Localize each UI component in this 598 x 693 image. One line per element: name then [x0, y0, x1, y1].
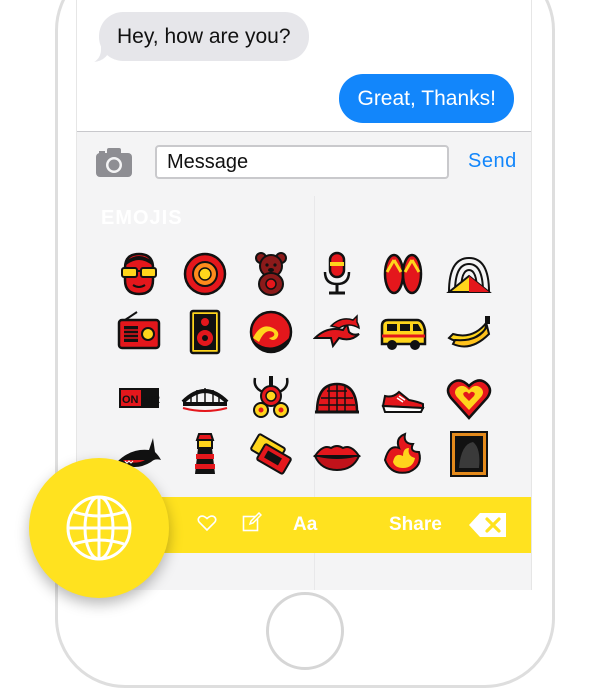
framed-picture[interactable]: [445, 430, 493, 478]
composer-bar: Send: [77, 132, 531, 194]
globe-icon: [66, 495, 132, 561]
flip-flops[interactable]: [379, 250, 427, 298]
bridge[interactable]: [181, 374, 229, 422]
lighthouse[interactable]: [181, 430, 229, 478]
flame-chili[interactable]: [379, 430, 427, 478]
sneaker[interactable]: [379, 374, 427, 422]
home-button[interactable]: [266, 592, 344, 670]
send-button[interactable]: Send: [468, 150, 517, 173]
van[interactable]: [379, 308, 427, 356]
globe-button[interactable]: [29, 458, 169, 598]
on-air-sign[interactable]: ON AIR: [115, 374, 163, 422]
camera-icon[interactable]: [95, 146, 133, 178]
face-with-sunglasses[interactable]: [115, 250, 163, 298]
outgoing-message: Great, Thanks!: [339, 74, 514, 123]
share-button[interactable]: Share: [389, 514, 442, 536]
emojis-section-title: EMOJIS: [101, 207, 183, 229]
edit-icon[interactable]: [242, 512, 262, 532]
heart[interactable]: [445, 374, 493, 422]
message-input[interactable]: [155, 145, 449, 179]
bananas[interactable]: [445, 308, 493, 356]
font-style-button[interactable]: Aa: [293, 514, 317, 536]
speaker[interactable]: [181, 308, 229, 356]
red-target-disc[interactable]: [181, 250, 229, 298]
tickets[interactable]: [247, 430, 295, 478]
on-air-text: ON AIR: [122, 394, 160, 406]
incoming-message: Hey, how are you?: [99, 12, 309, 61]
wave-circle[interactable]: [247, 308, 295, 356]
radio[interactable]: [115, 308, 163, 356]
backspace-icon[interactable]: [468, 511, 508, 539]
skull-crossbones-horns[interactable]: [247, 374, 295, 422]
microphone[interactable]: [313, 250, 361, 298]
dolphins[interactable]: [313, 308, 361, 356]
chat-area: Hey, how are you? Great, Thanks!: [77, 0, 531, 131]
radio-signal-dome[interactable]: [445, 250, 493, 298]
teddy-bear[interactable]: [247, 250, 295, 298]
lips[interactable]: [313, 430, 361, 478]
heart-outline-icon[interactable]: [197, 514, 217, 532]
igloo-dome[interactable]: [313, 374, 361, 422]
